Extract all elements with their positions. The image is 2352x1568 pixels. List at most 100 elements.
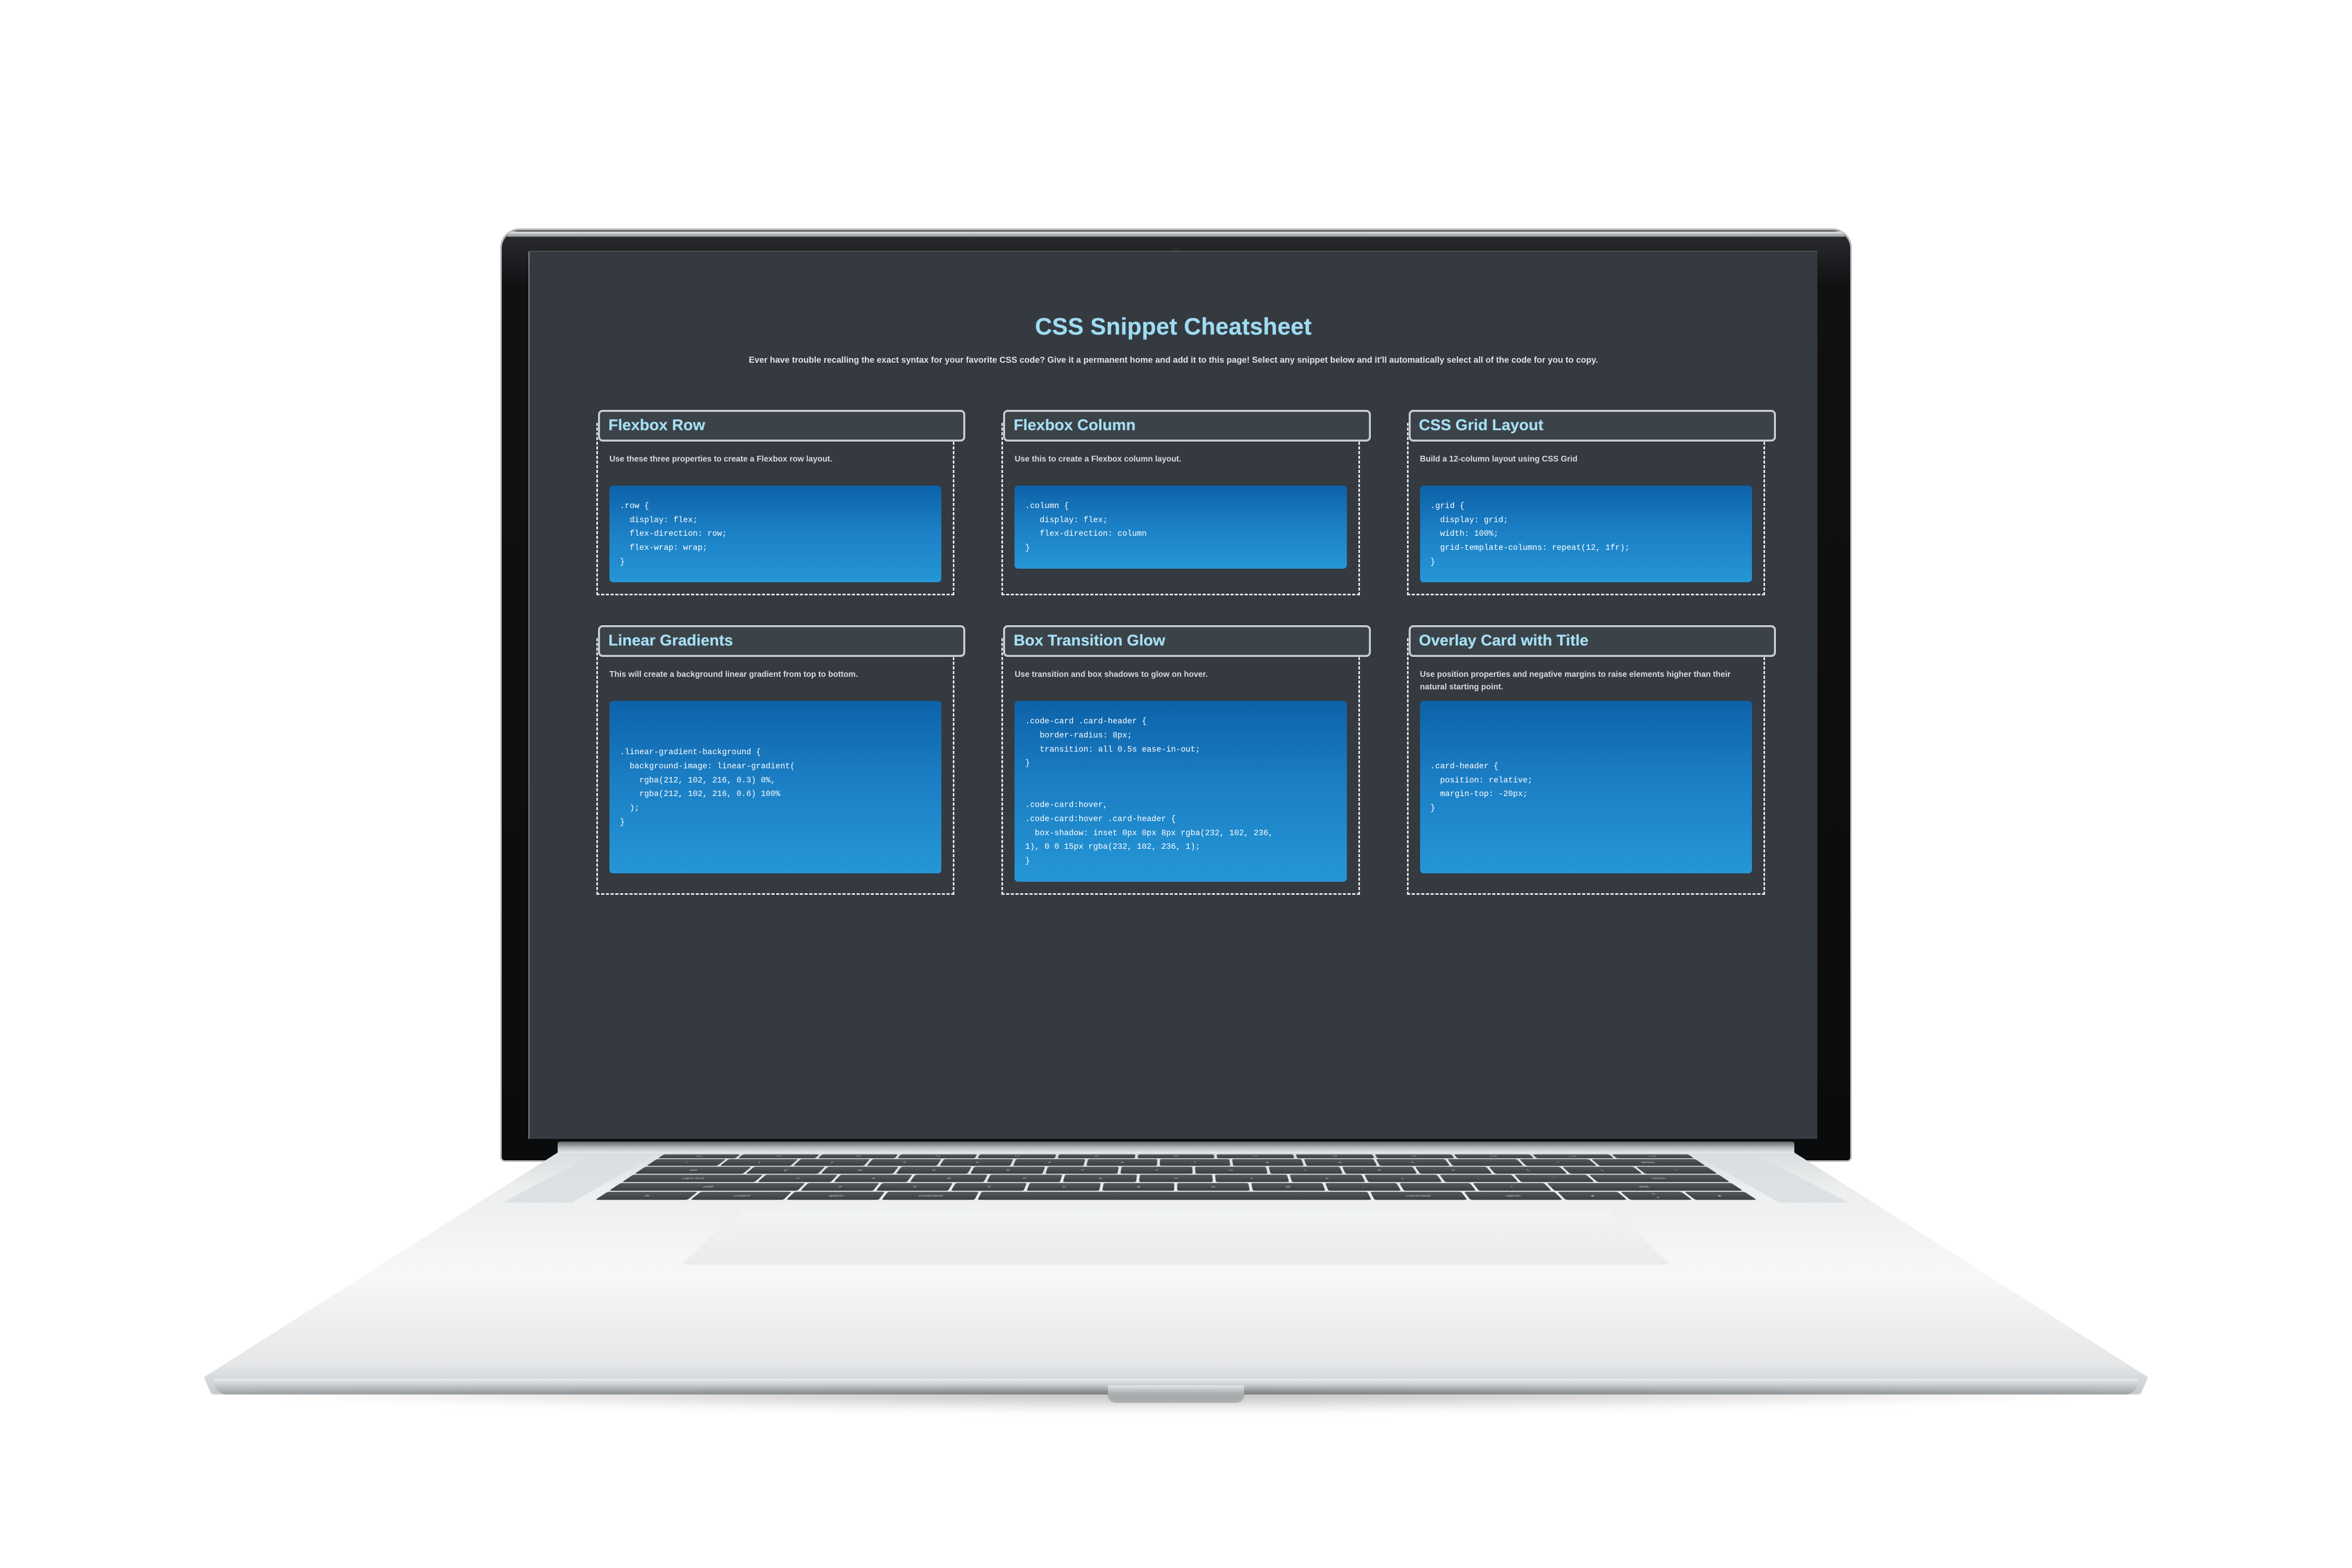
key-tab[interactable]: tab [635,1167,752,1174]
code-snippet-block[interactable]: .linear-gradient-background { background… [609,701,942,874]
lid-top-edge [507,232,1845,237]
key-esc[interactable]: esc [658,1154,741,1158]
card-header[interactable]: Flexbox Row [598,410,966,442]
key-i[interactable]: I [1269,1167,1343,1174]
key-t[interactable]: T [1045,1167,1119,1174]
key--[interactable]: ◄ [1557,1192,1628,1200]
key-y[interactable]: Y [1120,1167,1193,1174]
key-3[interactable]: 3 [867,1159,942,1166]
key-delete[interactable]: delete [1591,1159,1705,1166]
key-s[interactable]: S [834,1174,913,1182]
key-f7[interactable]: F7 [1217,1154,1295,1158]
key-f6[interactable]: F6 [1137,1154,1215,1158]
snippet-card-linear-gradients[interactable]: Linear Gradients This will create a back… [596,625,966,895]
code-snippet-block[interactable]: .card-header { position: relative; margi… [1420,701,1752,874]
snippet-card-box-transition-glow[interactable]: Box Transition Glow Use transition and b… [1001,625,1371,895]
key-g[interactable]: G [1063,1174,1137,1182]
key-w[interactable]: W [821,1167,898,1174]
key--[interactable]: ; [1439,1174,1518,1182]
code-text: .code-card .card-header { border-radius:… [1025,717,1273,866]
key-8[interactable]: 8 [1232,1159,1304,1166]
key-7[interactable]: 7 [1159,1159,1230,1166]
key-command[interactable]: command [882,1192,979,1200]
key-r[interactable]: R [971,1167,1045,1174]
key-1[interactable]: 1 [720,1159,798,1166]
code-text: .row { display: flex; flex-direction: ro… [620,501,727,567]
key-m[interactable]: M [1251,1183,1325,1191]
code-snippet-block[interactable]: .grid { display: grid; width: 100%; grid… [1420,486,1752,583]
key--[interactable]: ▲ ▼ [1620,1192,1692,1200]
key-f10[interactable]: F10 [1454,1154,1535,1158]
key-k[interactable]: K [1289,1174,1366,1182]
key-option[interactable]: option [786,1192,885,1200]
key-u[interactable]: U [1195,1167,1268,1174]
card-header[interactable]: CSS Grid Layout [1408,410,1776,442]
key-caps-lock[interactable]: caps lock [622,1174,763,1182]
key--[interactable]: ~ [647,1159,727,1166]
key--[interactable]: ] [1562,1167,1643,1174]
key-l[interactable]: L [1364,1174,1442,1182]
key-z[interactable]: Z [800,1183,879,1191]
key-f3[interactable]: F3 [897,1154,977,1158]
key-9[interactable]: 9 [1304,1159,1377,1166]
key-5[interactable]: 5 [1013,1159,1086,1166]
key--[interactable]: [ [1489,1167,1567,1174]
key-d[interactable]: D [910,1174,988,1182]
key-b[interactable]: B [1102,1183,1175,1191]
key-f5[interactable]: F5 [1057,1154,1135,1158]
key-f2[interactable]: F2 [817,1154,898,1158]
trackpad[interactable] [682,1211,1670,1264]
key--[interactable]: / [1473,1183,1552,1191]
key-f4[interactable]: F4 [977,1154,1056,1158]
key-p[interactable]: P [1415,1167,1493,1174]
key-x[interactable]: X [875,1183,953,1191]
key--[interactable]: " [1514,1174,1595,1182]
key-f11[interactable]: F11 [1532,1154,1614,1158]
key-control[interactable]: control [690,1192,792,1200]
key-a[interactable]: A [757,1174,838,1182]
key-j[interactable]: J [1215,1174,1289,1182]
key-shift[interactable]: shift [609,1183,805,1191]
key--[interactable]: + [1519,1159,1597,1166]
key-fn[interactable]: fn [595,1192,698,1200]
card-header[interactable]: Flexbox Column [1003,410,1371,442]
key--[interactable]: . [1399,1183,1477,1191]
snippet-card-flexbox-column[interactable]: Flexbox Column Use this to create a Flex… [1001,410,1371,596]
keyboard[interactable]: esc F1 F2 F3 F4 F5 F6 F7 F8 F9 F10 F11 F12 ~1 2 3 4 5 6 7 8 9… [595,1154,1757,1200]
card-header[interactable]: Box Transition Glow [1003,625,1371,658]
key-f12[interactable]: F12 [1611,1154,1694,1158]
key-e[interactable]: E [895,1167,972,1174]
key-command[interactable]: command [1370,1192,1467,1200]
laptop-mockup-scene: CSS Snippet Cheatsheet Ever have trouble… [0,0,2352,1568]
key-option[interactable]: option [1463,1192,1563,1200]
key-n[interactable]: N [1177,1183,1250,1191]
key-0[interactable]: 0 [1376,1159,1450,1166]
key-f9[interactable]: F9 [1375,1154,1455,1158]
key--[interactable]: - [1447,1159,1524,1166]
key-v[interactable]: V [1027,1183,1101,1191]
key-6[interactable]: 6 [1086,1159,1158,1166]
key-f1[interactable]: F1 [738,1154,820,1158]
card-header[interactable]: Overlay Card with Title [1408,625,1776,658]
code-snippet-block[interactable]: .code-card .card-header { border-radius:… [1014,701,1347,882]
key-f[interactable]: F [986,1174,1063,1182]
code-snippet-block[interactable]: .column { display: flex; flex-direction:… [1014,486,1347,569]
snippet-card-flexbox-row[interactable]: Flexbox Row Use these three properties t… [596,410,966,596]
key-c[interactable]: C [951,1183,1027,1191]
key-2[interactable]: 2 [793,1159,870,1166]
key-o[interactable]: O [1342,1167,1417,1174]
key--[interactable]: \ [1635,1167,1717,1174]
code-snippet-block[interactable]: .row { display: flex; flex-direction: ro… [609,486,942,583]
key--[interactable]: , [1325,1183,1401,1191]
key-q[interactable]: Q [745,1167,825,1174]
key--[interactable]: ► [1684,1192,1757,1200]
snippet-card-css-grid-layout[interactable]: CSS Grid Layout Build a 12-column layout… [1406,410,1776,596]
key-h[interactable]: H [1139,1174,1213,1182]
key-shift[interactable]: shift [1547,1183,1743,1191]
key-space[interactable] [977,1192,1372,1200]
card-header[interactable]: Linear Gradients [598,625,966,658]
key-f8[interactable]: F8 [1296,1154,1375,1158]
snippet-card-overlay-card-with-title[interactable]: Overlay Card with Title Use position pro… [1406,625,1776,895]
key-return[interactable]: return [1589,1174,1730,1182]
key-4[interactable]: 4 [940,1159,1014,1166]
